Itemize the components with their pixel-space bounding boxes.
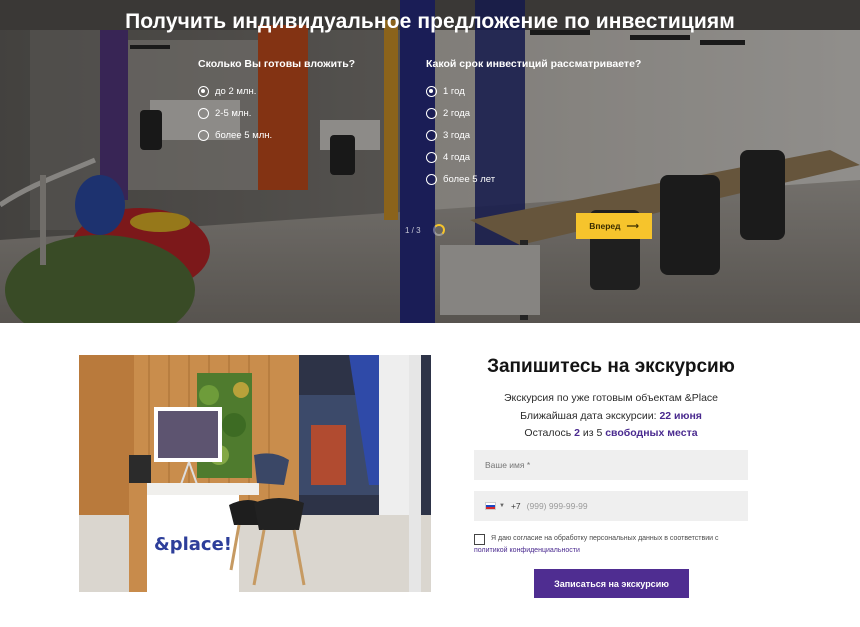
- phone-input-placeholder[interactable]: (999) 999-99-99: [527, 501, 588, 511]
- investment-amount-question: Сколько Вы готовы вложить? до 2 млн. 2-5…: [198, 58, 355, 147]
- term-option-4-years[interactable]: 4 года: [426, 147, 641, 169]
- question-title: Сколько Вы готовы вложить?: [198, 58, 356, 70]
- radio-button[interactable]: [426, 85, 437, 97]
- showroom-image: &place!: [79, 355, 431, 592]
- excursion-description: Экскурсия по уже готовым объектам &Place: [503, 392, 719, 404]
- radio-button[interactable]: [198, 129, 209, 141]
- radio-button[interactable]: [426, 129, 437, 141]
- date-label: Ближайшая дата экскурсии:: [520, 409, 660, 422]
- quiz-step-counter: 1 / 3: [405, 224, 445, 236]
- chevron-down-icon[interactable]: ▼: [499, 503, 505, 509]
- arrow-right-icon: ⟶: [626, 220, 639, 231]
- option-label: 2 года: [443, 107, 471, 119]
- seats-left-line: Осталось 2 из 5 свободных места: [474, 425, 748, 443]
- radio-button[interactable]: [198, 107, 209, 119]
- seats-prefix: Осталось: [524, 427, 575, 439]
- amount-option-over-5m[interactable]: более 5 млн.: [198, 124, 355, 146]
- privacy-policy-link[interactable]: политикой конфиденциальности: [474, 547, 580, 554]
- question-title: Какой срок инвестиций рассматриваете?: [426, 58, 642, 70]
- phone-field[interactable]: ▼ +7 (999) 999-99-99: [474, 491, 748, 521]
- step-text: 1 / 3: [405, 225, 421, 235]
- hero-title: Получить индивидуальное предложение по и…: [125, 10, 735, 33]
- excursion-date: 22 июня: [659, 409, 702, 422]
- investment-term-question: Какой срок инвестиций рассматриваете? 1 …: [426, 58, 641, 191]
- place-logo-sign: &place!: [154, 534, 232, 555]
- amount-option-up-to-2m[interactable]: до 2 млн.: [198, 80, 355, 102]
- option-label: до 2 млн.: [215, 85, 257, 97]
- option-label: 1 год: [443, 85, 465, 97]
- excursion-date-line: Ближайшая дата экскурсии: 22 июня: [474, 408, 748, 426]
- option-label: более 5 млн.: [215, 129, 273, 141]
- option-label: 2-5 млн.: [215, 107, 252, 119]
- next-button[interactable]: Вперед ⟶: [576, 213, 652, 239]
- excursion-form-title: Запишитесь на экскурсию: [487, 356, 735, 377]
- option-label: 3 года: [443, 129, 471, 141]
- option-label: 4 года: [443, 152, 471, 164]
- radio-button[interactable]: [426, 174, 437, 186]
- russia-flag-icon[interactable]: [485, 502, 496, 510]
- term-option-2-years[interactable]: 2 года: [426, 102, 641, 124]
- next-button-label: Вперед: [589, 221, 621, 231]
- term-option-3-years[interactable]: 3 года: [426, 124, 641, 146]
- investment-quiz-hero: Получить индивидуальное предложение по и…: [0, 0, 860, 323]
- term-option-over-5-years[interactable]: более 5 лет: [426, 169, 641, 191]
- option-label: более 5 лет: [443, 174, 496, 186]
- amount-option-2-5m[interactable]: 2-5 млн.: [198, 102, 355, 124]
- name-input[interactable]: [474, 450, 748, 480]
- consent-checkbox[interactable]: [474, 534, 485, 545]
- consent-text: Я даю согласие на обработку персональных…: [491, 535, 719, 542]
- term-option-1-year[interactable]: 1 год: [426, 80, 641, 102]
- excursion-info: Экскурсия по уже готовым объектам &Place…: [474, 390, 748, 443]
- seats-total: из 5: [579, 427, 606, 439]
- progress-spinner-icon: [432, 224, 445, 236]
- book-excursion-button[interactable]: Записаться на экскурсию: [534, 569, 689, 598]
- phone-country-code: +7: [510, 501, 521, 511]
- radio-button[interactable]: [198, 85, 209, 97]
- showroom-photo: &place!: [79, 355, 431, 592]
- seats-free-label: свободных места: [605, 427, 698, 439]
- radio-button[interactable]: [426, 152, 437, 164]
- radio-button[interactable]: [426, 107, 437, 119]
